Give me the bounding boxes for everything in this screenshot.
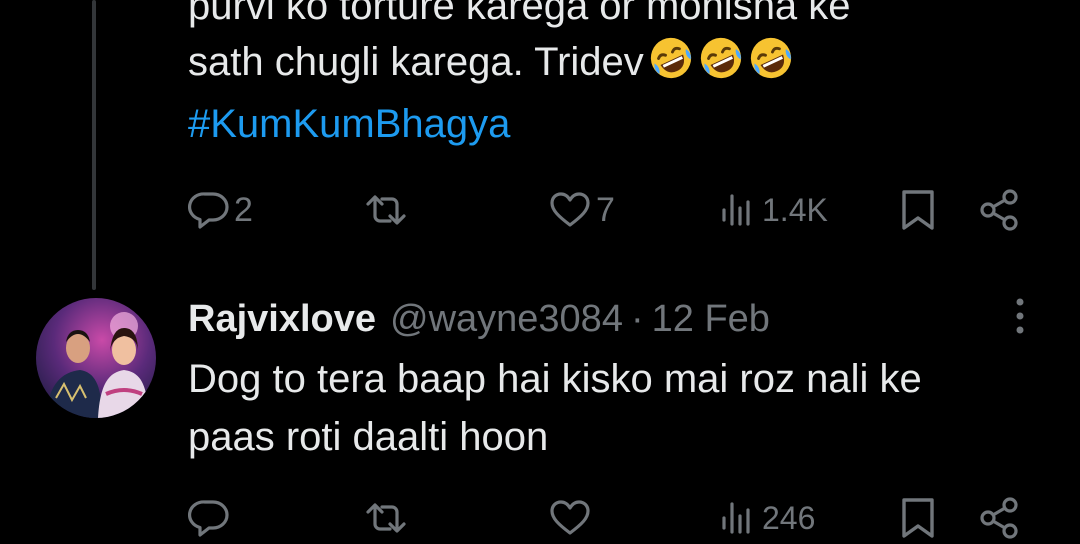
hashtag-link[interactable]: #KumKumBhagya xyxy=(188,96,1048,152)
tweet-2-line-1: Dog to tera baap hai kisko mai roz nali … xyxy=(188,357,922,401)
views-button[interactable]: 1.4K xyxy=(718,184,828,236)
reply-button[interactable] xyxy=(188,492,234,544)
rolling-on-floor-laughing-emoji-icon xyxy=(750,37,791,79)
heart-icon xyxy=(550,192,590,227)
avatar-image xyxy=(36,298,156,418)
reply-icon xyxy=(188,500,229,537)
like-button[interactable] xyxy=(548,492,596,544)
retweet-button[interactable] xyxy=(362,184,414,236)
emoji-group xyxy=(644,35,794,96)
tweet-1-text: purvi ko torture karega or monisha ke sa… xyxy=(188,0,1048,152)
like-button[interactable]: 7 xyxy=(548,184,615,236)
more-options-icon[interactable] xyxy=(1008,296,1032,336)
tweet-2-line-2: paas roti daalti hoon xyxy=(188,415,549,459)
views-chart-icon xyxy=(722,502,750,534)
share-icon xyxy=(980,497,1018,539)
bookmark-icon xyxy=(902,498,934,538)
tweet-1-line-2: sath chugli karega. Tridev xyxy=(188,34,1048,96)
bookmark-button[interactable] xyxy=(900,492,936,544)
reply-count: 2 xyxy=(234,190,253,229)
tweet-2-header: Rajvixlove @wayne3084 · 12 Feb xyxy=(188,296,770,342)
views-count: 246 xyxy=(762,499,816,536)
reply-button[interactable]: 2 xyxy=(188,184,253,236)
timestamp[interactable]: 12 Feb xyxy=(652,298,770,341)
user-handle[interactable]: @wayne3084 xyxy=(390,298,623,341)
tweet-2-action-bar: 246 xyxy=(188,492,1028,544)
views-count: 1.4K xyxy=(762,191,828,228)
tweet-thread: purvi ko torture karega or monisha ke sa… xyxy=(0,0,1080,544)
bookmark-icon xyxy=(902,190,934,230)
tweet-1-line-1: purvi ko torture karega or monisha ke xyxy=(188,0,851,28)
retweet-button[interactable] xyxy=(362,492,414,544)
thread-connector-line xyxy=(92,0,96,290)
bookmark-button[interactable] xyxy=(900,184,936,236)
share-button[interactable] xyxy=(978,492,1022,544)
separator-dot: · xyxy=(630,297,644,340)
share-button[interactable] xyxy=(978,184,1022,236)
like-count: 7 xyxy=(596,190,615,229)
share-icon xyxy=(980,189,1018,231)
display-name[interactable]: Rajvixlove xyxy=(188,298,376,341)
tweet-1-line-2-text: sath chugli karega. Tridev xyxy=(188,40,644,84)
views-chart-icon xyxy=(722,194,750,226)
tweet-2-text: Dog to tera baap hai kisko mai roz nali … xyxy=(188,350,1048,466)
retweet-icon xyxy=(366,503,406,533)
retweet-icon xyxy=(366,195,406,225)
reply-icon xyxy=(188,192,229,229)
avatar[interactable] xyxy=(36,298,156,418)
tweet-1-action-bar: 2 7 1.4K xyxy=(188,184,1028,236)
heart-icon xyxy=(550,500,590,535)
rolling-on-floor-laughing-emoji-icon xyxy=(700,37,741,79)
rolling-on-floor-laughing-emoji-icon xyxy=(650,37,691,79)
views-button[interactable]: 246 xyxy=(718,492,815,544)
